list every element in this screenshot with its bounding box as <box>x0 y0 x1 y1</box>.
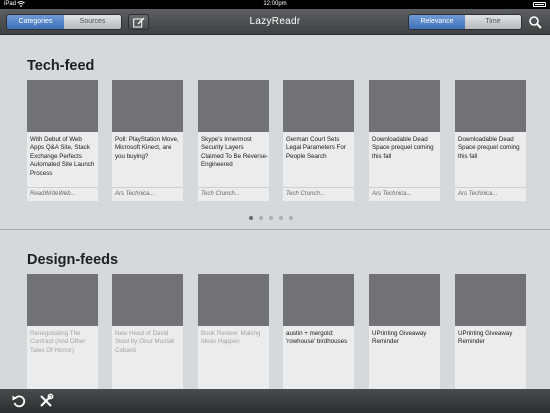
article-source: Tech Crunch... <box>198 187 269 201</box>
page-dot[interactable] <box>249 216 253 220</box>
article-headline: Renegotiating The Contract (And Other Ta… <box>30 330 86 354</box>
article-headline: Poll: PlayStation Move, Microsoft Kinect… <box>115 136 179 160</box>
article-headline: UPrinting Giveaway Reminder <box>372 330 427 346</box>
section-title-tech-feed: Tech-feed <box>27 58 95 74</box>
page-dot[interactable] <box>259 216 263 220</box>
article-thumbnail <box>369 274 440 326</box>
article-source: Ars Technica... <box>369 187 440 201</box>
article-headline: UPrinting Giveaway Reminder <box>458 330 513 346</box>
page-dot[interactable] <box>279 216 283 220</box>
article-card[interactable]: Skype's Innermost Security Layers Claime… <box>198 80 269 201</box>
tools-icon <box>40 393 54 407</box>
top-toolbar: Categories Sources LazyReadr Relevance T… <box>0 9 550 35</box>
settings-button[interactable] <box>38 393 54 409</box>
article-headline: German Court Sets Legal Parameters For P… <box>286 136 346 160</box>
time-tab[interactable]: Time <box>465 15 521 29</box>
battery-icon <box>533 2 546 7</box>
article-card[interactable]: Poll: PlayStation Move, Microsoft Kinect… <box>112 80 183 201</box>
article-headline: Downloadable Dead Space prequel coming t… <box>372 136 434 160</box>
article-thumbnail <box>27 80 98 132</box>
status-bar: iPad 12:00pm <box>0 0 550 9</box>
page-indicator[interactable] <box>249 216 293 220</box>
article-card[interactable]: Book Review: Making Ideas Happen <box>198 274 269 389</box>
article-headline: Book Review: Making Ideas Happen <box>201 330 261 346</box>
article-card[interactable]: austin + mergold: 'rowhouse' birdhouses <box>283 274 354 389</box>
article-source: Ars Technica... <box>112 187 183 201</box>
page-dot[interactable] <box>269 216 273 220</box>
article-thumbnail <box>198 274 269 326</box>
article-thumbnail <box>369 80 440 132</box>
article-thumbnail <box>455 80 526 132</box>
article-card[interactable]: UPrinting Giveaway Reminder <box>369 274 440 389</box>
article-headline: austin + mergold: 'rowhouse' birdhouses <box>286 330 348 346</box>
article-source: ReadWriteWeb... <box>27 187 98 201</box>
article-card[interactable]: UPrinting Giveaway Reminder <box>455 274 526 389</box>
sort-segmented-control: Relevance Time <box>408 14 522 30</box>
article-card[interactable]: German Court Sets Legal Parameters For P… <box>283 80 354 201</box>
article-thumbnail <box>455 274 526 326</box>
article-card[interactable]: New Head of David Stool by Onur Mustak C… <box>112 274 183 389</box>
article-card[interactable]: With Debut of Web Apps Q&A Site, Stack E… <box>27 80 98 201</box>
article-thumbnail <box>283 80 354 132</box>
article-source: Ars Technica... <box>455 187 526 201</box>
article-card[interactable]: Renegotiating The Contract (And Other Ta… <box>27 274 98 389</box>
bottom-toolbar <box>0 389 550 413</box>
refresh-icon <box>12 395 26 408</box>
article-headline: Downloadable Dead Space prequel coming t… <box>458 136 520 160</box>
refresh-button[interactable] <box>11 393 27 409</box>
status-time: 12:00pm <box>263 1 287 7</box>
article-source: Tech Crunch... <box>283 187 354 201</box>
section-divider <box>0 229 550 230</box>
search-button[interactable] <box>527 14 543 30</box>
article-thumbnail <box>112 80 183 132</box>
article-thumbnail <box>27 274 98 326</box>
page-dot[interactable] <box>289 216 293 220</box>
article-headline: Skype's Innermost Security Layers Claime… <box>201 136 268 169</box>
section-title-design-feeds: Design-feeds <box>27 252 119 268</box>
article-thumbnail <box>283 274 354 326</box>
article-card[interactable]: Downloadable Dead Space prequel coming t… <box>369 80 440 201</box>
article-headline: New Head of David Stool by Onur Mustak C… <box>115 330 175 354</box>
article-card[interactable]: Downloadable Dead Space prequel coming t… <box>455 80 526 201</box>
relevance-tab[interactable]: Relevance <box>409 15 465 29</box>
article-headline: With Debut of Web Apps Q&A Site, Stack E… <box>30 136 95 177</box>
article-thumbnail <box>112 274 183 326</box>
article-thumbnail <box>198 80 269 132</box>
search-icon <box>529 16 542 29</box>
